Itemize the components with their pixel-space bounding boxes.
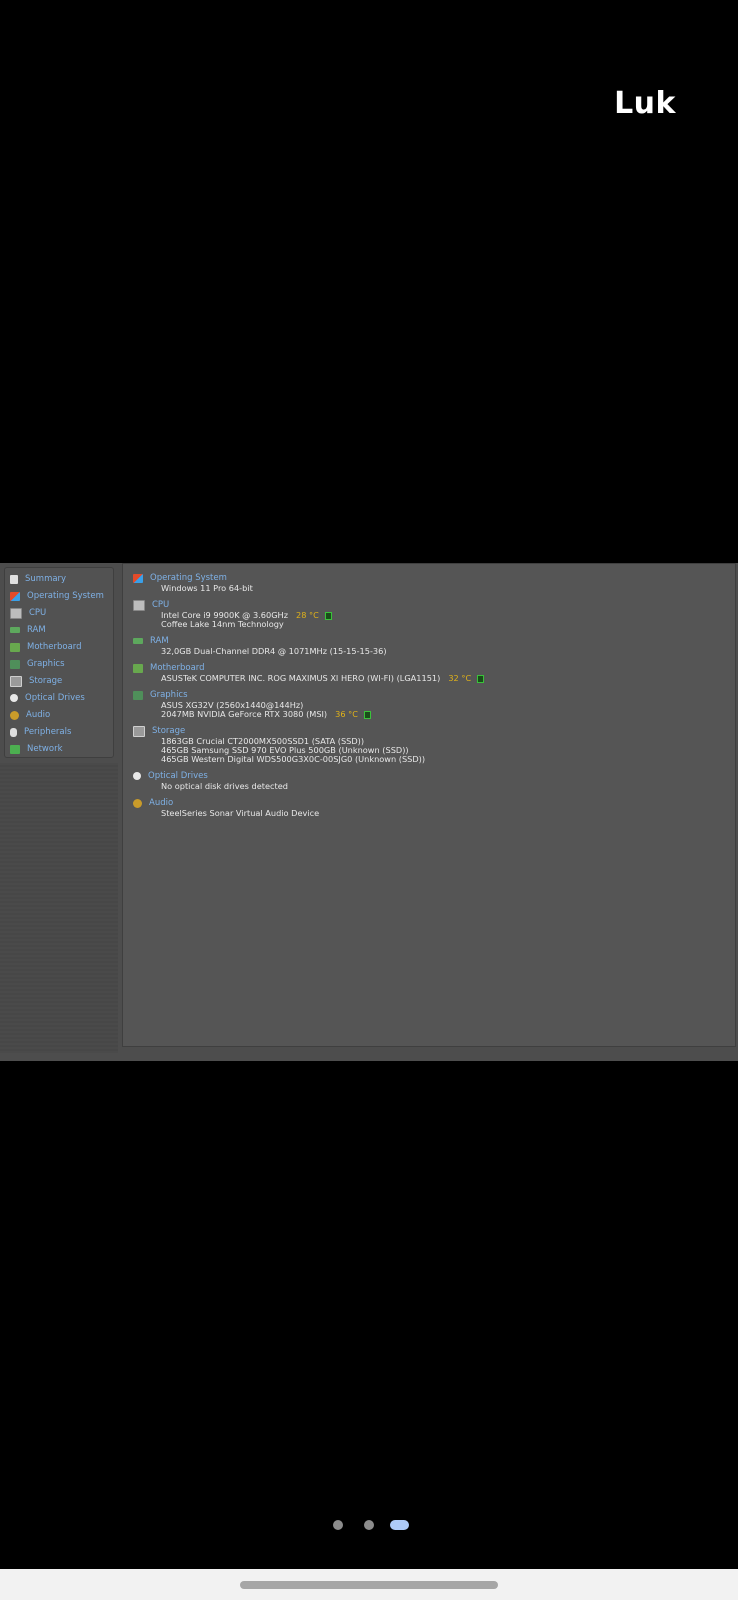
sidebar-item-label: Peripherals: [24, 727, 72, 737]
section-graphics: Graphics ASUS XG32V (2560x1440@144Hz) 20…: [133, 689, 371, 719]
temperature-graph-icon[interactable]: [324, 611, 332, 620]
ram-value: 32,0GB Dual-Channel DDR4 @ 1071MHz (15-1…: [161, 646, 387, 656]
sidebar-item-label: CPU: [29, 608, 47, 618]
storage-icon: [133, 725, 145, 737]
motherboard-icon: [133, 663, 143, 673]
sidebar-item-graphics[interactable]: Graphics: [10, 657, 65, 671]
sender-name: Luk: [614, 86, 676, 121]
section-title: Motherboard: [150, 663, 205, 673]
section-title: CPU: [152, 600, 170, 610]
audio-value: SteelSeries Sonar Virtual Audio Device: [161, 808, 320, 818]
motherboard-temperature: 32 °C: [448, 673, 472, 683]
section-cpu: CPU Intel Core i9 9900K @ 3.60GHz 28 °C C…: [133, 599, 332, 629]
sidebar-item-label: Audio: [26, 710, 51, 720]
section-storage: Storage 1863GB Crucial CT2000MX500SSD1 (…: [133, 725, 425, 764]
optical-value: No optical disk drives detected: [161, 781, 288, 791]
summary-icon: [10, 574, 18, 584]
sidebar-background: [0, 763, 118, 1053]
sidebar-item-motherboard[interactable]: Motherboard: [10, 640, 82, 654]
windows-icon: [10, 591, 20, 601]
motherboard-model: ASUSTeK COMPUTER INC. ROG MAXIMUS XI HER…: [161, 673, 441, 683]
section-title: Storage: [152, 726, 186, 736]
os-value: Windows 11 Pro 64-bit: [161, 583, 253, 593]
ram-icon: [133, 638, 143, 644]
audio-icon: [133, 798, 142, 808]
temperature-graph-icon[interactable]: [363, 710, 371, 719]
cpu-technology: Coffee Lake 14nm Technology: [161, 619, 284, 629]
sidebar-item-operating-system[interactable]: Operating System: [10, 589, 104, 603]
optical-drive-icon: [10, 694, 18, 702]
system-info-screenshot[interactable]: Summary Operating System CPU RAM Motherb…: [0, 563, 738, 1061]
sidebar-item-label: Network: [27, 744, 63, 754]
sidebar-item-summary[interactable]: Summary: [10, 572, 66, 586]
graphics-icon: [10, 659, 20, 669]
page-dot[interactable]: [333, 1520, 343, 1530]
summary-panel: Operating System Windows 11 Pro 64-bit C…: [122, 563, 736, 1047]
optical-drive-icon: [133, 772, 141, 780]
section-operating-system: Operating System Windows 11 Pro 64-bit: [133, 572, 253, 593]
home-gesture-handle[interactable]: [240, 1581, 498, 1589]
sidebar-item-label: Motherboard: [27, 642, 82, 652]
ram-icon: [10, 627, 20, 633]
motherboard-icon: [10, 642, 20, 652]
gpu-model: 2047MB NVIDIA GeForce RTX 3080 (MSI): [161, 709, 328, 719]
sidebar-item-cpu[interactable]: CPU: [10, 606, 46, 620]
audio-icon: [10, 710, 19, 720]
sidebar-item-label: Storage: [29, 676, 63, 686]
sidebar-item-network[interactable]: Network: [10, 742, 63, 756]
sidebar-item-label: Operating System: [27, 591, 104, 601]
sidebar-item-peripherals[interactable]: Peripherals: [10, 725, 71, 739]
network-icon: [10, 744, 20, 754]
section-title: Graphics: [150, 690, 188, 700]
section-title: RAM: [150, 636, 169, 646]
cpu-temperature: 28 °C: [296, 610, 319, 620]
page-dot-active[interactable]: [390, 1520, 409, 1530]
gpu-temperature: 36 °C: [335, 709, 358, 719]
section-title: Operating System: [150, 573, 227, 583]
sidebar-item-ram[interactable]: RAM: [10, 623, 46, 637]
section-ram: RAM 32,0GB Dual-Channel DDR4 @ 1071MHz (…: [133, 635, 387, 656]
page-dot[interactable]: [364, 1520, 374, 1530]
windows-icon: [133, 573, 143, 583]
sidebar-item-label: Optical Drives: [25, 693, 85, 703]
storage-icon: [10, 675, 22, 687]
sidebar-item-audio[interactable]: Audio: [10, 708, 50, 722]
cpu-icon: [10, 607, 22, 619]
sidebar-item-label: Graphics: [27, 659, 65, 669]
section-audio: Audio SteelSeries Sonar Virtual Audio De…: [133, 797, 319, 818]
section-motherboard: Motherboard ASUSTeK COMPUTER INC. ROG MA…: [133, 662, 485, 683]
sidebar-item-storage[interactable]: Storage: [10, 674, 62, 688]
graphics-icon: [133, 690, 143, 700]
sidebar-item-label: Summary: [25, 574, 67, 584]
section-title: Audio: [149, 798, 174, 808]
sidebar-item-optical-drives[interactable]: Optical Drives: [10, 691, 85, 705]
peripherals-icon: [10, 727, 17, 737]
temperature-graph-icon[interactable]: [477, 674, 485, 683]
section-title: Optical Drives: [148, 771, 208, 781]
system-navigation-bar: [0, 1569, 738, 1600]
section-optical-drives: Optical Drives No optical disk drives de…: [133, 770, 288, 791]
page-indicator: [0, 1517, 738, 1533]
cpu-icon: [133, 599, 145, 611]
sidebar-item-label: RAM: [27, 625, 46, 635]
storage-drive: 465GB Western Digital WDS500G3X0C-00SJG0…: [161, 754, 426, 764]
